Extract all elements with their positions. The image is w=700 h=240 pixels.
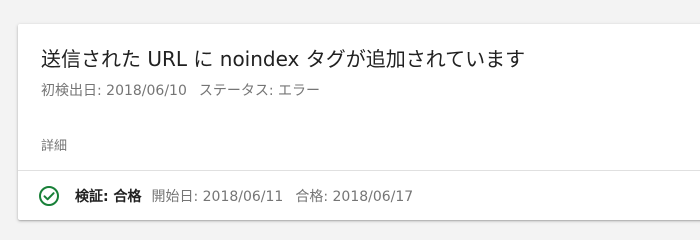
issue-title-url: URL	[147, 47, 188, 71]
page-background	[0, 0, 700, 14]
validation-row: 検証: 合格 開始日: 2018/06/11 合格: 2018/06/17	[38, 184, 413, 208]
issue-title-mid: に	[193, 47, 214, 71]
issue-status: ステータス: エラー	[198, 83, 321, 99]
issue-title-noindex: noindex	[219, 47, 300, 71]
issue-title-prefix: 送信された	[41, 47, 141, 71]
validation-status: 検証: 合格	[75, 189, 142, 205]
issue-title-suffix: タグが追加されています	[305, 47, 526, 71]
first-detected-date: 初検出日: 2018/06/10	[41, 83, 187, 99]
check-circle-icon	[38, 185, 60, 207]
details-link[interactable]: 詳細	[41, 135, 67, 154]
divider	[18, 170, 700, 171]
validation-start-date: 開始日: 2018/06/11	[151, 189, 284, 205]
issue-card: 送信された URL に noindex タグが追加されています 初検出日: 20…	[18, 24, 700, 220]
validation-passed-date: 合格: 2018/06/17	[295, 189, 414, 205]
validation-dates: 開始日: 2018/06/11 合格: 2018/06/17	[151, 186, 413, 206]
issue-title: 送信された URL に noindex タグが追加されています	[41, 43, 525, 72]
issue-meta: 初検出日: 2018/06/10 ステータス: エラー	[41, 80, 320, 100]
